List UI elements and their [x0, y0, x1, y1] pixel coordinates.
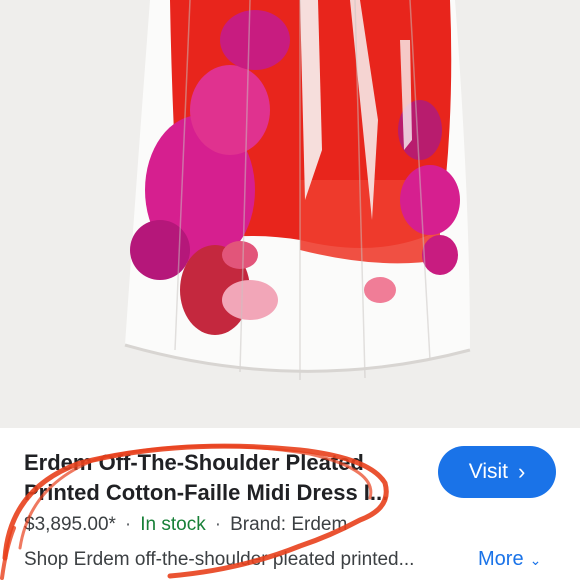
product-title[interactable]: Erdem Off-The-Shoulder Pleated Printed C… [24, 448, 424, 508]
stock-status: In stock [140, 514, 206, 535]
chevron-right-icon: › [517, 459, 526, 484]
separator: · [124, 514, 132, 535]
visit-button[interactable]: Visit › [438, 446, 556, 498]
product-meta: $3,895.00* · In stock · Brand: Erdem [24, 514, 347, 536]
separator: · [214, 514, 222, 535]
product-image[interactable] [0, 0, 580, 428]
product-description: Shop Erdem off-the-shoulder pleated prin… [24, 549, 415, 570]
dress-illustration [124, 0, 471, 380]
more-button[interactable]: More ⌄ [478, 548, 541, 571]
visit-label: Visit [468, 460, 508, 483]
price: $3,895.00* [24, 514, 116, 535]
brand: Brand: Erdem [230, 514, 348, 535]
chevron-down-icon: ⌄ [529, 552, 542, 568]
more-label: More [478, 548, 524, 570]
